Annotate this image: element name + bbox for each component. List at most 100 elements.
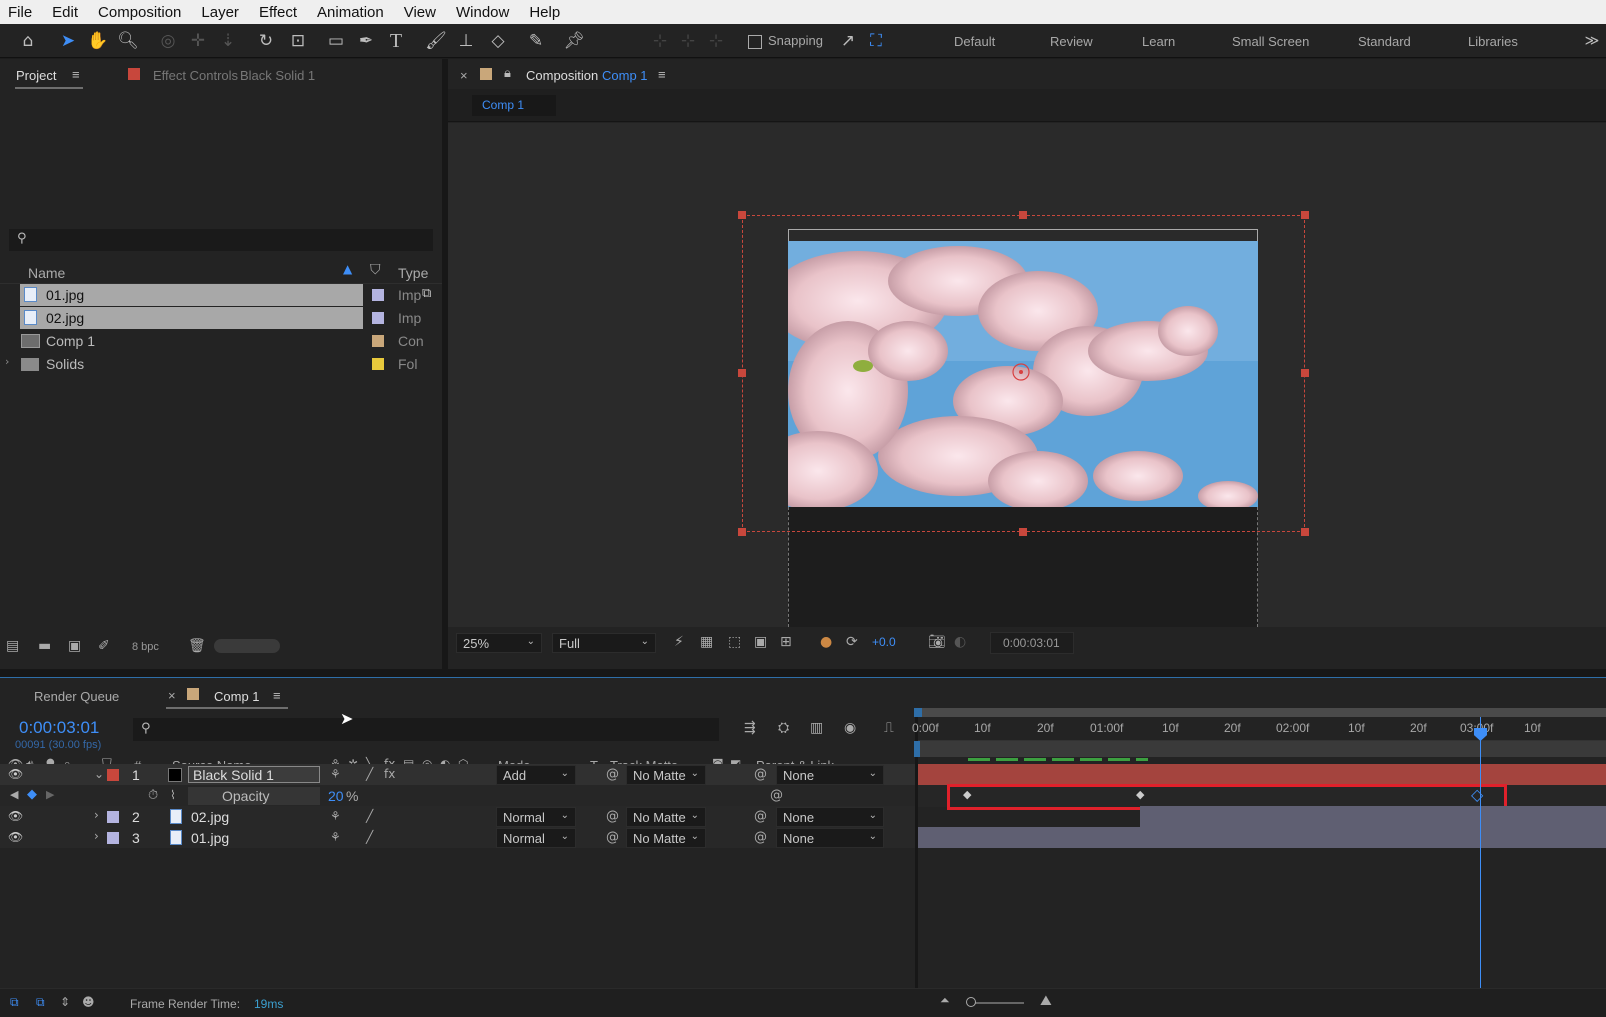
menu-composition[interactable]: Composition — [98, 4, 181, 21]
panel-menu-icon[interactable]: ≡ — [273, 688, 281, 703]
current-time-indicator[interactable] — [1480, 717, 1481, 988]
work-area-bar[interactable] — [918, 708, 1606, 717]
parent-pickwhip-icon[interactable]: @ — [754, 830, 767, 845]
parent-dropdown[interactable]: None ⌄ — [776, 807, 884, 827]
sort-ascending-icon[interactable]: ▲ — [343, 262, 352, 276]
chevron-right-icon[interactable]: ≫ — [1580, 29, 1604, 53]
channel-icon[interactable]: ● — [820, 634, 832, 650]
new-composition-icon[interactable]: ▣ — [68, 638, 81, 654]
parent-dropdown[interactable]: None ⌄ — [776, 828, 884, 848]
puppet-pin-icon[interactable]: 📌︎ — [562, 29, 586, 53]
track-matte-dropdown[interactable]: No Matte ⌄ — [626, 765, 706, 785]
time-ruler[interactable]: 0:00f 10f 20f 01:00f 10f 20f 02:00f 10f … — [912, 717, 1606, 741]
chevron-down-icon[interactable]: ⌄ — [94, 767, 104, 781]
type-tool-icon[interactable]: T — [384, 29, 408, 53]
pickwhip-icon[interactable]: @ — [606, 830, 619, 845]
layer-2-duration-bar[interactable] — [1140, 806, 1606, 827]
chevron-right-icon[interactable]: › — [94, 808, 99, 822]
zoom-in-icon[interactable]: ⛰ — [1040, 993, 1052, 1009]
project-search-input[interactable]: ⚲ — [9, 229, 433, 251]
selection-tool-icon[interactable]: ➤ — [56, 29, 80, 53]
dolly-tool-icon[interactable]: ⇣ — [216, 29, 240, 53]
frame-blending-icon[interactable]: ◉ — [844, 720, 856, 736]
lock-icon[interactable]: 🔒︎ — [504, 66, 511, 81]
col-name-header[interactable]: Name — [28, 262, 65, 284]
tab-composition-name[interactable]: Comp 1 — [602, 68, 648, 83]
graph-icon[interactable]: ⌇ — [170, 788, 176, 802]
region-of-interest-icon[interactable]: ▣ — [754, 634, 767, 650]
layer-3-duration-bar[interactable] — [918, 827, 1606, 848]
opacity-value[interactable]: 20 — [328, 785, 344, 807]
layer-label-color[interactable] — [107, 832, 119, 844]
add-keyframe-icon[interactable]: ◆ — [27, 787, 37, 802]
rectangle-tool-icon[interactable]: ▭ — [324, 29, 348, 53]
expression-pickwhip-icon[interactable]: @ — [770, 788, 783, 803]
shy-icon[interactable]: ⚘ — [330, 809, 341, 823]
axis-view-icon[interactable]: ⊹ — [704, 29, 728, 53]
in-out-icon[interactable]: ⇕ — [60, 995, 70, 1009]
pickwhip-icon[interactable]: @ — [606, 767, 619, 782]
layer-bounding-box[interactable] — [742, 215, 1305, 532]
visibility-eye-icon[interactable]: 👁︎ — [8, 809, 23, 823]
comp-flow-tab[interactable]: Comp 1 — [472, 95, 556, 116]
next-keyframe-icon[interactable]: ▶ — [46, 788, 54, 801]
label-color-swatch[interactable] — [372, 358, 384, 370]
shy-icon[interactable]: ⚘ — [330, 767, 341, 781]
close-tab-icon[interactable]: × — [460, 68, 468, 83]
menu-file[interactable]: File — [8, 4, 32, 21]
workspace-libraries[interactable]: Libraries — [1468, 34, 1518, 49]
transform-handle[interactable] — [1301, 369, 1309, 377]
panel-divider-horizontal[interactable] — [0, 669, 1606, 677]
transform-handle[interactable] — [738, 211, 746, 219]
zoom-dropdown[interactable]: 25% ⌄ — [456, 633, 542, 653]
tab-composition-label[interactable]: Composition — [526, 68, 598, 83]
parent-pickwhip-icon[interactable]: @ — [754, 767, 767, 782]
transfer-controls-icon[interactable]: ⧉ — [36, 995, 45, 1010]
fast-previews-icon[interactable]: ⚡︎ — [674, 634, 684, 650]
home-icon[interactable]: ⌂ — [16, 29, 40, 53]
eraser-tool-icon[interactable]: ◇ — [486, 29, 510, 53]
hide-shy-layers-icon[interactable]: ▥ — [810, 720, 823, 736]
trash-icon[interactable]: 🗑︎ — [188, 638, 206, 654]
brush-tool-icon[interactable]: 🖌︎ — [424, 29, 448, 53]
project-item-01jpg[interactable]: 01.jpg Imp ⧉ — [0, 284, 442, 306]
project-item-comp1[interactable]: Comp 1 Con — [0, 330, 442, 352]
previous-keyframe-icon[interactable]: ◀ — [10, 788, 18, 801]
chevron-right-icon[interactable]: › — [94, 829, 99, 843]
layer-label-color[interactable] — [107, 811, 119, 823]
new-folder-icon[interactable]: ▬ — [38, 638, 51, 654]
tab-comp-timeline[interactable]: Comp 1 — [214, 689, 260, 704]
workspace-learn[interactable]: Learn — [1142, 34, 1175, 49]
hand-tool-icon[interactable]: ✋ — [86, 29, 110, 53]
layer-name[interactable]: 01.jpg — [191, 827, 229, 848]
parent-pickwhip-icon[interactable]: @ — [754, 809, 767, 824]
viewer-timecode[interactable]: 0:00:03:01 — [990, 632, 1074, 654]
transform-handle[interactable] — [738, 528, 746, 536]
layer-mode-dropdown[interactable]: Normal ⌄ — [496, 807, 576, 827]
pen-tool-icon[interactable]: ✒ — [354, 29, 378, 53]
keyframe-selected-icon[interactable]: ◇ — [1471, 785, 1483, 804]
chevron-right-icon[interactable]: › — [5, 355, 9, 368]
transform-handle[interactable] — [1019, 211, 1027, 219]
thumbnail-slider[interactable] — [214, 639, 280, 653]
interpret-footage-icon[interactable]: ▤ — [6, 638, 19, 654]
keyframe-icon[interactable]: ◆ — [1136, 788, 1144, 801]
layer-name-field[interactable]: Black Solid 1 — [188, 766, 320, 783]
panel-menu-icon[interactable]: ≡ — [658, 67, 666, 82]
workspace-default[interactable]: Default — [954, 34, 995, 49]
layer-label-color[interactable] — [107, 769, 119, 781]
transform-handle[interactable] — [1301, 211, 1309, 219]
shy-icon[interactable]: ⚘ — [330, 830, 341, 844]
work-area-start-handle[interactable] — [914, 708, 922, 717]
snapshot-camera-icon[interactable]: 📷︎ — [928, 634, 946, 650]
pickwhip-icon[interactable]: @ — [606, 809, 619, 824]
snap-features-icon[interactable]: ⛶ — [864, 29, 888, 53]
rotate-tool-icon[interactable]: ↻ — [254, 29, 278, 53]
track-matte-dropdown[interactable]: No Matte ⌄ — [626, 828, 706, 848]
transform-handle[interactable] — [1019, 528, 1027, 536]
adjust-project-settings-icon[interactable]: ✐ — [98, 638, 110, 654]
workspace-review[interactable]: Review — [1050, 34, 1093, 49]
transform-handle[interactable] — [1301, 528, 1309, 536]
layer-1-duration-bar[interactable] — [918, 764, 1606, 785]
project-item-02jpg[interactable]: 02.jpg Imp — [0, 307, 442, 329]
